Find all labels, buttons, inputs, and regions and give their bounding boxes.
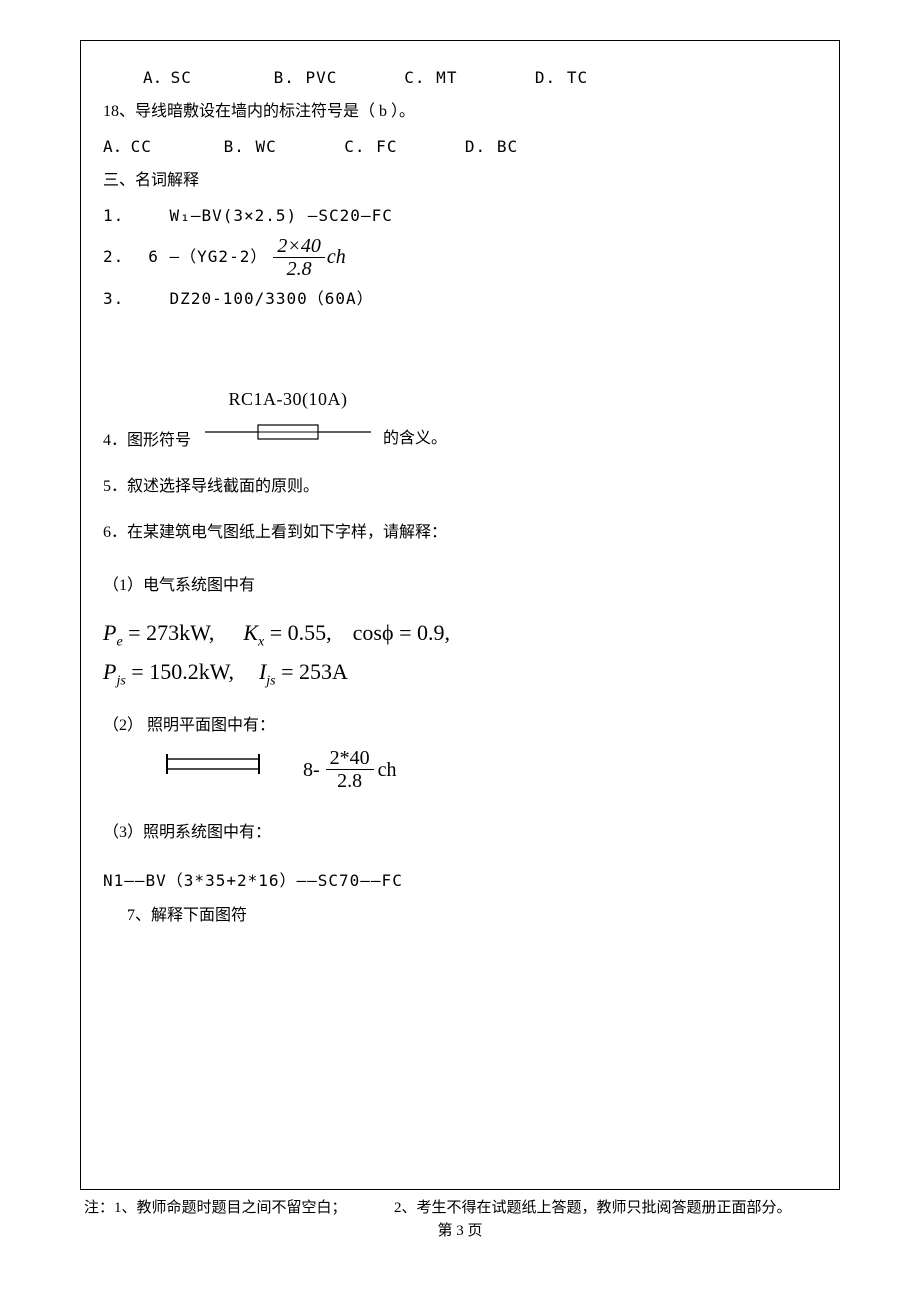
q18-options: A．CC B. WC C. FC D. BC	[103, 132, 817, 162]
term-1-text: W₁—BV(3×2.5) —SC20—FC	[170, 206, 393, 225]
term-2-fraction: 2×40 2.8	[273, 235, 325, 280]
term-3-label: 3.	[103, 289, 124, 308]
q17-opt-b: B. PVC	[274, 63, 394, 93]
fuse-icon	[203, 419, 373, 445]
eq-Kx-val: = 0.55,	[264, 620, 331, 645]
lamp-fraction: 2*40 2.8	[326, 747, 374, 792]
term-5: 5．叙述选择导线截面的原则。	[103, 472, 817, 502]
term-1-label: 1.	[103, 206, 124, 225]
lamp-formula: 8- 2*40 2.8 ch	[303, 747, 397, 792]
footer-note: 注：1、教师命题时题目之间不留空白； 2、考生不得在试题纸上答题，教师只批阅答题…	[80, 1196, 840, 1217]
term-3: 3. DZ20-100/3300（60A）	[103, 284, 817, 314]
q18-stem: 18、导线暗敷设在墙内的标注符号是（ b ）。	[103, 97, 817, 127]
lamp-num: 2*40	[326, 747, 374, 770]
q17-opt-d: D. TC	[535, 68, 588, 87]
q18-opt-d: D. BC	[465, 137, 518, 156]
eq-Pjs-sym: P	[103, 659, 116, 684]
term-4-label: 4．图形符号	[103, 426, 191, 456]
term-4-tail: 的含义。	[383, 424, 447, 456]
q17-opt-c: C. MT	[404, 63, 524, 93]
lamp-row: 8- 2*40 2.8 ch	[103, 747, 817, 792]
eq-Pe-val: = 273kW,	[123, 620, 215, 645]
term-2-prefix: 6 —（YG2-2）	[148, 242, 267, 272]
term-3-text: DZ20-100/3300（60A）	[170, 289, 374, 308]
q17-options: A．SC B. PVC C. MT D. TC	[103, 63, 817, 93]
term-2: 2. 6 —（YG2-2） 2×40 2.8 ch	[103, 235, 817, 280]
term-4: 4．图形符号 RC1A-30(10A) 的含义。	[103, 382, 817, 456]
term-6: 6．在某建筑电气图纸上看到如下字样，请解释：	[103, 518, 817, 548]
eq-Kx-sym: K	[243, 620, 258, 645]
term-6-1-label: （1）电气系统图中有	[103, 571, 817, 601]
lamp-unit: ch	[378, 751, 397, 789]
q17-opt-a: A．SC	[143, 63, 263, 93]
lamp-den: 2.8	[326, 770, 374, 792]
term-2-suffix: ch	[327, 238, 346, 276]
term-2-frac-den: 2.8	[273, 258, 325, 280]
fuse-figure: RC1A-30(10A)	[203, 382, 373, 456]
term-6-2-label: （2） 照明平面图中有：	[103, 711, 817, 741]
section3-title: 三、名词解释	[103, 166, 817, 196]
page-number: 第 3 页	[0, 1219, 920, 1240]
term-1: 1. W₁—BV(3×2.5) —SC20—FC	[103, 201, 817, 231]
term-6-3-label: （3）照明系统图中有：	[103, 818, 817, 848]
eq-cosphi: cosϕ = 0.9,	[353, 620, 450, 645]
equation-line-2: Pjs = 150.2kW, Ijs = 253A	[103, 654, 817, 693]
lamp-lead: 8-	[303, 751, 320, 789]
equations-block: Pe = 273kW, Kx = 0.55, cosϕ = 0.9, Pjs =…	[103, 615, 817, 693]
term-6-3-line: N1——BV（3*35+2*16）——SC70——FC	[103, 866, 817, 896]
fuse-label-text: RC1A-30(10A)	[203, 382, 373, 416]
term-2-frac-num: 2×40	[273, 235, 325, 258]
eq-Pjs-val: = 150.2kW,	[126, 659, 234, 684]
term-7: 7、解释下面图符	[103, 901, 817, 931]
footer-left: 注：1、教师命题时题目之间不留空白；	[84, 1200, 347, 1216]
eq-Pjs-sub: js	[116, 673, 125, 688]
q18-opt-a: A．CC	[103, 132, 213, 162]
page-frame: A．SC B. PVC C. MT D. TC 18、导线暗敷设在墙内的标注符号…	[80, 40, 840, 1190]
footer-right: 2、考生不得在试题纸上答题，教师只批阅答题册正面部分。	[394, 1200, 792, 1216]
q18-opt-c: C. FC	[344, 132, 454, 162]
term-2-label: 2.	[103, 242, 124, 272]
eq-Ijs-sub: js	[266, 673, 275, 688]
eq-Ijs-val: = 253A	[276, 659, 348, 684]
eq-Pe-sym: P	[103, 620, 116, 645]
equation-line-1: Pe = 273kW, Kx = 0.55, cosϕ = 0.9,	[103, 615, 817, 654]
fluorescent-lamp-icon	[163, 752, 273, 787]
q18-opt-b: B. WC	[224, 132, 334, 162]
